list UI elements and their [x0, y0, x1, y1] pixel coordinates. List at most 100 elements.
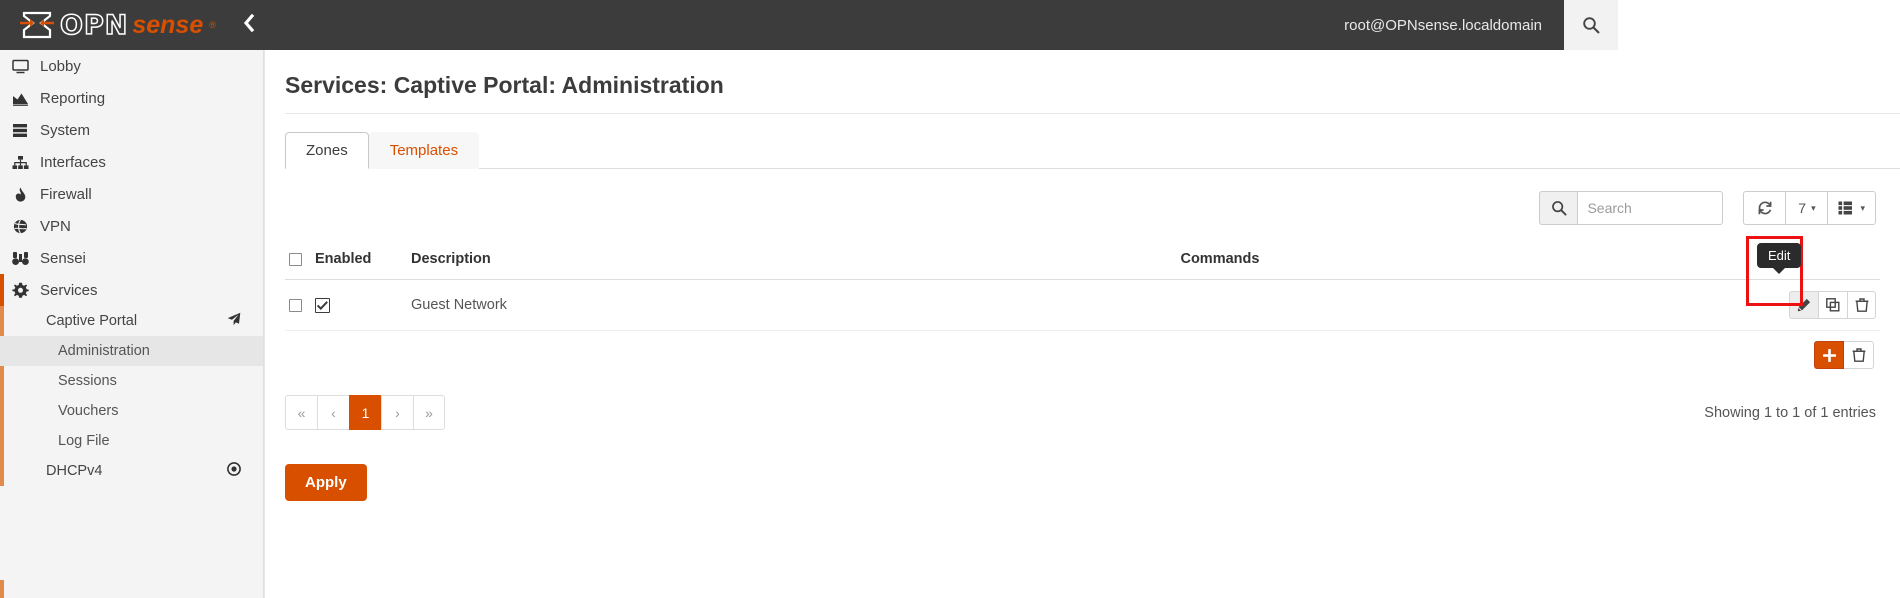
pagination-prev[interactable]: ‹ — [317, 395, 349, 430]
opnsense-logo[interactable]: OPN sense ® — [20, 10, 216, 40]
sidebar-item-label: Administration — [58, 343, 150, 359]
pagination-next[interactable]: › — [381, 395, 413, 430]
column-header-enabled[interactable]: Enabled — [311, 245, 407, 280]
sidebar-item-lobby[interactable]: Lobby — [0, 50, 263, 82]
sidebar-item-services[interactable]: Services — [0, 274, 263, 306]
sidebar-item-dhcpv4[interactable]: DHCPv4 — [0, 456, 263, 486]
add-delete-group — [1814, 341, 1874, 369]
edit-button[interactable] — [1789, 291, 1818, 319]
row-select-cell — [285, 279, 311, 331]
reload-button[interactable] — [1743, 191, 1786, 225]
delete-button[interactable] — [1847, 291, 1876, 319]
search-icon — [1583, 17, 1600, 34]
row-commands-cell — [1176, 279, 1880, 331]
pagination-last[interactable]: » — [413, 395, 445, 430]
table-footer: « ‹ 1 › » Showing 1 to 1 of 1 entries — [285, 395, 1880, 430]
sidebar-item-log-file[interactable]: Log File — [0, 426, 263, 456]
sitemap-icon — [12, 155, 38, 170]
top-bar-right: root@OPNsense.localdomain — [1344, 0, 1900, 50]
enabled-checkbox-checked[interactable] — [315, 297, 330, 313]
sidebar-item-captive-portal[interactable]: Captive Portal — [0, 306, 263, 336]
fire-icon — [12, 187, 38, 202]
gear-icon — [12, 282, 38, 298]
search-icon — [1552, 201, 1567, 216]
table-footer-actions — [285, 341, 1880, 369]
sidebar-item-label: Vouchers — [58, 403, 119, 419]
refresh-icon — [1758, 201, 1772, 215]
delete-selected-button[interactable] — [1844, 341, 1874, 369]
sidebar-item-vouchers[interactable]: Vouchers — [0, 396, 263, 426]
table-body: Guest Network — [285, 279, 1880, 331]
sidebar-item-label: Services — [40, 281, 98, 299]
sidebar-item-label: Sensei — [40, 249, 86, 267]
add-zone-button[interactable] — [1814, 341, 1844, 369]
sidebar-item-label: Sessions — [58, 373, 117, 389]
chevron-left-icon — [243, 13, 255, 33]
main-content: Services: Captive Portal: Administration… — [264, 50, 1900, 598]
sidebar-item-interfaces[interactable]: Interfaces — [0, 146, 263, 178]
row-description-cell: Guest Network — [407, 279, 1177, 331]
sidebar-item-system[interactable]: System — [0, 114, 263, 146]
trash-icon — [1852, 348, 1865, 362]
table-row[interactable]: Guest Network — [285, 279, 1880, 331]
chevron-down-icon: ▾ — [1811, 202, 1816, 213]
apply-button[interactable]: Apply — [285, 464, 367, 501]
columns-icon — [1838, 201, 1853, 215]
binoculars-icon — [12, 251, 38, 266]
sidebar-item-label: DHCPv4 — [46, 463, 103, 479]
tab-templates[interactable]: Templates — [368, 132, 480, 169]
grid-toolbar: 7 ▾ ▾ — [285, 169, 1880, 225]
top-bar: OPN sense ® root@OPNsense.localdomain — [0, 0, 1900, 50]
logo-registered-mark: ® — [209, 20, 216, 30]
table-head: Enabled Description Commands — [285, 245, 1880, 280]
paper-plane-icon — [227, 312, 241, 330]
sidebar-item-reporting[interactable]: Reporting — [0, 82, 263, 114]
title-divider — [285, 113, 1900, 114]
sidebar-item-sessions[interactable]: Sessions — [0, 366, 263, 396]
row-select-checkbox[interactable] — [289, 298, 302, 312]
chart-area-icon — [12, 91, 38, 106]
sidebar-item-administration[interactable]: Administration — [0, 336, 263, 366]
page-size-value: 7 — [1798, 200, 1807, 216]
trash-icon — [1855, 298, 1868, 312]
grid-control-buttons: 7 ▾ ▾ — [1743, 191, 1876, 225]
logo-text-opn: OPN — [59, 9, 129, 41]
sidebar-item-label: Log File — [58, 433, 110, 449]
sidebar-item-vpn[interactable]: VPN — [0, 210, 263, 242]
select-all-header — [285, 245, 311, 280]
sidebar-item-label: Reporting — [40, 89, 106, 107]
sidebar-item-label: VPN — [40, 217, 71, 235]
apply-section: Apply — [265, 464, 1900, 501]
pagination-first[interactable]: « — [285, 395, 317, 430]
sidebar-item-label: Lobby — [40, 57, 81, 75]
opnsense-logo-icon — [20, 11, 54, 39]
pagination-page-1[interactable]: 1 — [349, 395, 381, 430]
edit-tooltip: Edit — [1757, 243, 1802, 274]
globe-icon — [12, 219, 38, 234]
row-enabled-cell — [311, 279, 407, 331]
clone-button[interactable] — [1818, 291, 1847, 319]
row-action-group — [1789, 291, 1876, 319]
sidebar-navigation: Lobby Reporting System Interfaces Firewa… — [0, 50, 264, 598]
page-size-dropdown[interactable]: 7 ▾ — [1785, 191, 1828, 225]
tab-label: Templates — [389, 142, 459, 159]
sidebar-collapse-button[interactable] — [242, 13, 255, 37]
zones-panel: 7 ▾ ▾ — [265, 169, 1900, 430]
column-selector-dropdown[interactable]: ▾ — [1827, 191, 1876, 225]
global-search-input[interactable] — [1618, 0, 1900, 50]
plus-icon — [1822, 348, 1836, 362]
tab-zones[interactable]: Zones — [285, 132, 369, 169]
sidebar-item-label: Captive Portal — [46, 313, 138, 329]
entries-summary: Showing 1 to 1 of 1 entries — [1704, 404, 1876, 421]
sidebar-item-firewall[interactable]: Firewall — [0, 178, 263, 210]
column-header-description[interactable]: Description — [407, 245, 1177, 280]
sidebar-accent-tail — [0, 580, 4, 598]
global-search-button[interactable] — [1564, 0, 1618, 50]
grid-search-button[interactable] — [1539, 191, 1578, 225]
zones-table: Enabled Description Commands Guest Netwo… — [285, 245, 1880, 331]
select-all-checkbox[interactable] — [289, 252, 302, 266]
sidebar-item-sensei[interactable]: Sensei — [0, 242, 263, 274]
table-header-row: Enabled Description Commands — [285, 245, 1880, 280]
logged-in-user: root@OPNsense.localdomain — [1344, 16, 1542, 34]
grid-search-input[interactable] — [1577, 191, 1724, 225]
